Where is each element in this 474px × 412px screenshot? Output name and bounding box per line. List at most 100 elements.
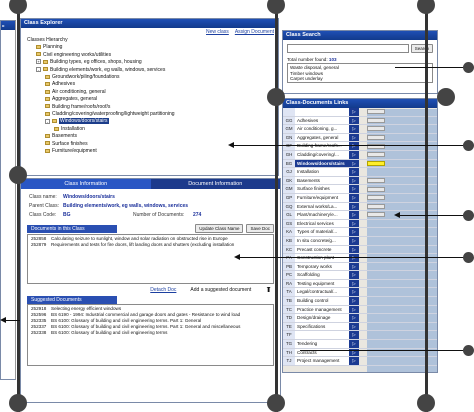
navigate-arrow-icon[interactable]: ▷ [349,142,359,150]
navigate-arrow-icon[interactable]: ▷ [349,331,359,340]
link-row[interactable]: PAConstruction plant▷ [283,254,437,263]
tree-node[interactable]: Classes Hierarchy [27,37,272,44]
link-row[interactable]: GP Furniture/equipment ▷ [283,193,437,203]
link-row[interactable]: TG Tendering ▷ [283,340,437,349]
navigate-arrow-icon[interactable]: ▷ [349,228,359,236]
tree-node[interactable]: + Building types, eg offices, shops, hous… [27,59,272,66]
navigate-arrow-icon[interactable]: ▷ [349,236,359,245]
link-row[interactable]: KB In situ concrete/g... ▷ [283,236,437,246]
link-row[interactable]: GK Basements ▷ [283,176,437,186]
link-strength-bar[interactable] [367,178,385,184]
link-row[interactable]: PB Temporary works ▷ [283,262,437,272]
link-strength-bar[interactable] [367,135,385,141]
link-strength-bar[interactable] [367,212,385,218]
tree-node[interactable]: Civil engineering works/utilities [27,52,272,59]
link-row[interactable]: KC Precast concrete ▷ [283,245,437,255]
navigate-arrow-icon[interactable]: ▷ [349,116,359,125]
assign-document-link[interactable]: Assign Document [235,28,274,36]
link-row[interactable]: PC Scaffolding ▷ [283,271,437,280]
up-arrow-icon[interactable]: ⬆ [265,287,272,293]
class-search-input[interactable] [287,44,409,53]
class-tree[interactable]: Classes Hierarchy Planning Civil engineeri… [21,36,278,157]
navigate-arrow-icon[interactable]: ▷ [349,176,359,185]
navigate-arrow-icon[interactable]: ▷ [349,125,359,133]
tree-node[interactable]: Installation [27,126,272,133]
navigate-arrow-icon[interactable]: ▷ [349,108,359,116]
link-row[interactable]: TJ Project management ▷ [283,357,437,366]
tab-class-information[interactable]: Class Information [21,179,151,189]
detach-doc-link[interactable]: Detach Doc [150,287,176,293]
search-button[interactable]: Search [410,44,433,53]
update-class-name-button[interactable]: Update Class Name [195,224,244,233]
navigate-arrow-icon[interactable]: ▷ [349,288,359,297]
link-row[interactable]: GM Air conditioning, g... ▷ [283,125,437,134]
link-row[interactable]: GJ Installation ▷ [283,168,437,177]
link-row[interactable]: TD Design/drainage ▷ [283,314,437,323]
collapse-icon[interactable]: - [45,118,50,124]
link-row[interactable]: GFBuilding frame/roofs...▷ [283,142,437,151]
navigate-arrow-icon[interactable]: ▷ [349,297,359,305]
link-strength-bar[interactable] [367,195,385,201]
link-row[interactable]: TC Practice management ▷ [283,305,437,315]
navigate-arrow-icon[interactable]: ▷ [349,168,359,176]
expand-icon[interactable]: + [36,59,41,65]
tab-document-information[interactable]: Document Information [150,179,280,189]
list-item[interactable]: 252338 BS 6100: Glossary of building and … [31,330,270,336]
tree-node[interactable]: - Windows/doors/stairs [27,118,272,125]
navigate-arrow-icon[interactable]: ▷ [349,133,359,142]
navigate-arrow-icon[interactable]: ▷ [349,211,359,219]
tree-node[interactable]: Adhesives [27,81,272,88]
suggested-documents-list[interactable]: 252918 Selecting energy efficient windows… [27,304,274,366]
link-row[interactable]: GH Cladding/covering/... ▷ [283,150,437,160]
link-row[interactable]: RA Testing equipment ▷ [283,279,437,289]
tree-node[interactable]: Furniture/equipment [27,148,272,155]
link-row[interactable]: GS Electrical services ▷ [283,219,437,229]
link-row[interactable]: TA Legal/contractual/... ▷ [283,288,437,298]
navigate-arrow-icon[interactable]: ▷ [349,219,359,228]
link-strength-bar[interactable] [367,117,385,123]
link-row[interactable]: ▷ [283,108,437,117]
navigate-arrow-icon[interactable]: ▷ [349,314,359,322]
link-row[interactable]: KA Types of material/... ▷ [283,228,437,237]
save-doc-button[interactable]: Save Doc [246,224,274,233]
navigate-arrow-icon[interactable]: ▷ [349,193,359,202]
class-name-value[interactable]: Windows/doors/stairs [63,194,115,200]
tree-node[interactable]: Air conditioning, general [27,89,272,96]
navigate-arrow-icon[interactable]: ▷ [349,202,359,211]
link-strength-bar[interactable] [367,160,385,166]
navigate-arrow-icon[interactable]: ▷ [349,271,359,279]
link-strength-bar[interactable] [367,186,385,192]
link-strength-bar[interactable] [367,109,385,115]
navigate-arrow-icon[interactable]: ▷ [349,185,359,193]
link-row[interactable]: GM Surface finishes ▷ [283,185,437,194]
navigate-arrow-icon[interactable]: ▷ [349,159,359,168]
tree-node[interactable]: Basements [27,133,272,140]
link-row[interactable]: TB Building control ▷ [283,297,437,306]
link-row[interactable]: TF ▷ [283,331,437,341]
collapse-icon[interactable]: - [36,66,41,72]
navigate-arrow-icon[interactable]: ▷ [349,305,359,314]
link-row[interactable]: GN Aggregates, general ▷ [283,133,437,143]
search-result-item[interactable]: Carpet underlay [290,76,430,82]
link-row[interactable]: BG Windows/doors/stairs ▷ [283,159,437,169]
tree-node[interactable]: Groundwork/piling/foundations [27,74,272,81]
link-row[interactable]: TE Specifications ▷ [283,322,437,332]
tree-node[interactable]: Building frame/roofs/roof/s [27,104,272,111]
tree-node[interactable]: - Building elements/work, eg walls, windo… [27,67,272,74]
link-strength-bar[interactable] [367,152,385,158]
navigate-arrow-icon[interactable]: ▷ [349,245,359,254]
link-row[interactable]: GQ External works/La... ▷ [283,202,437,212]
navigate-arrow-icon[interactable]: ▷ [349,279,359,288]
tree-node[interactable]: Planning [27,44,272,51]
navigate-arrow-icon[interactable]: ▷ [349,357,359,365]
new-class-link[interactable]: New class [206,28,229,36]
link-row[interactable]: GG Adhesives ▷ [283,116,437,126]
navigate-arrow-icon[interactable]: ▷ [349,322,359,331]
tree-node[interactable]: Cladding/covering/waterproofing/lightwei… [27,111,272,118]
link-strength-bar[interactable] [367,203,385,209]
tree-node[interactable]: Aggregates, general [27,96,272,103]
search-results-list[interactable]: Waste disposal, general Timber windows Car… [287,63,433,83]
link-strength-bar[interactable] [367,126,385,132]
navigate-arrow-icon[interactable]: ▷ [349,150,359,159]
navigate-arrow-icon[interactable]: ▷ [349,340,359,348]
